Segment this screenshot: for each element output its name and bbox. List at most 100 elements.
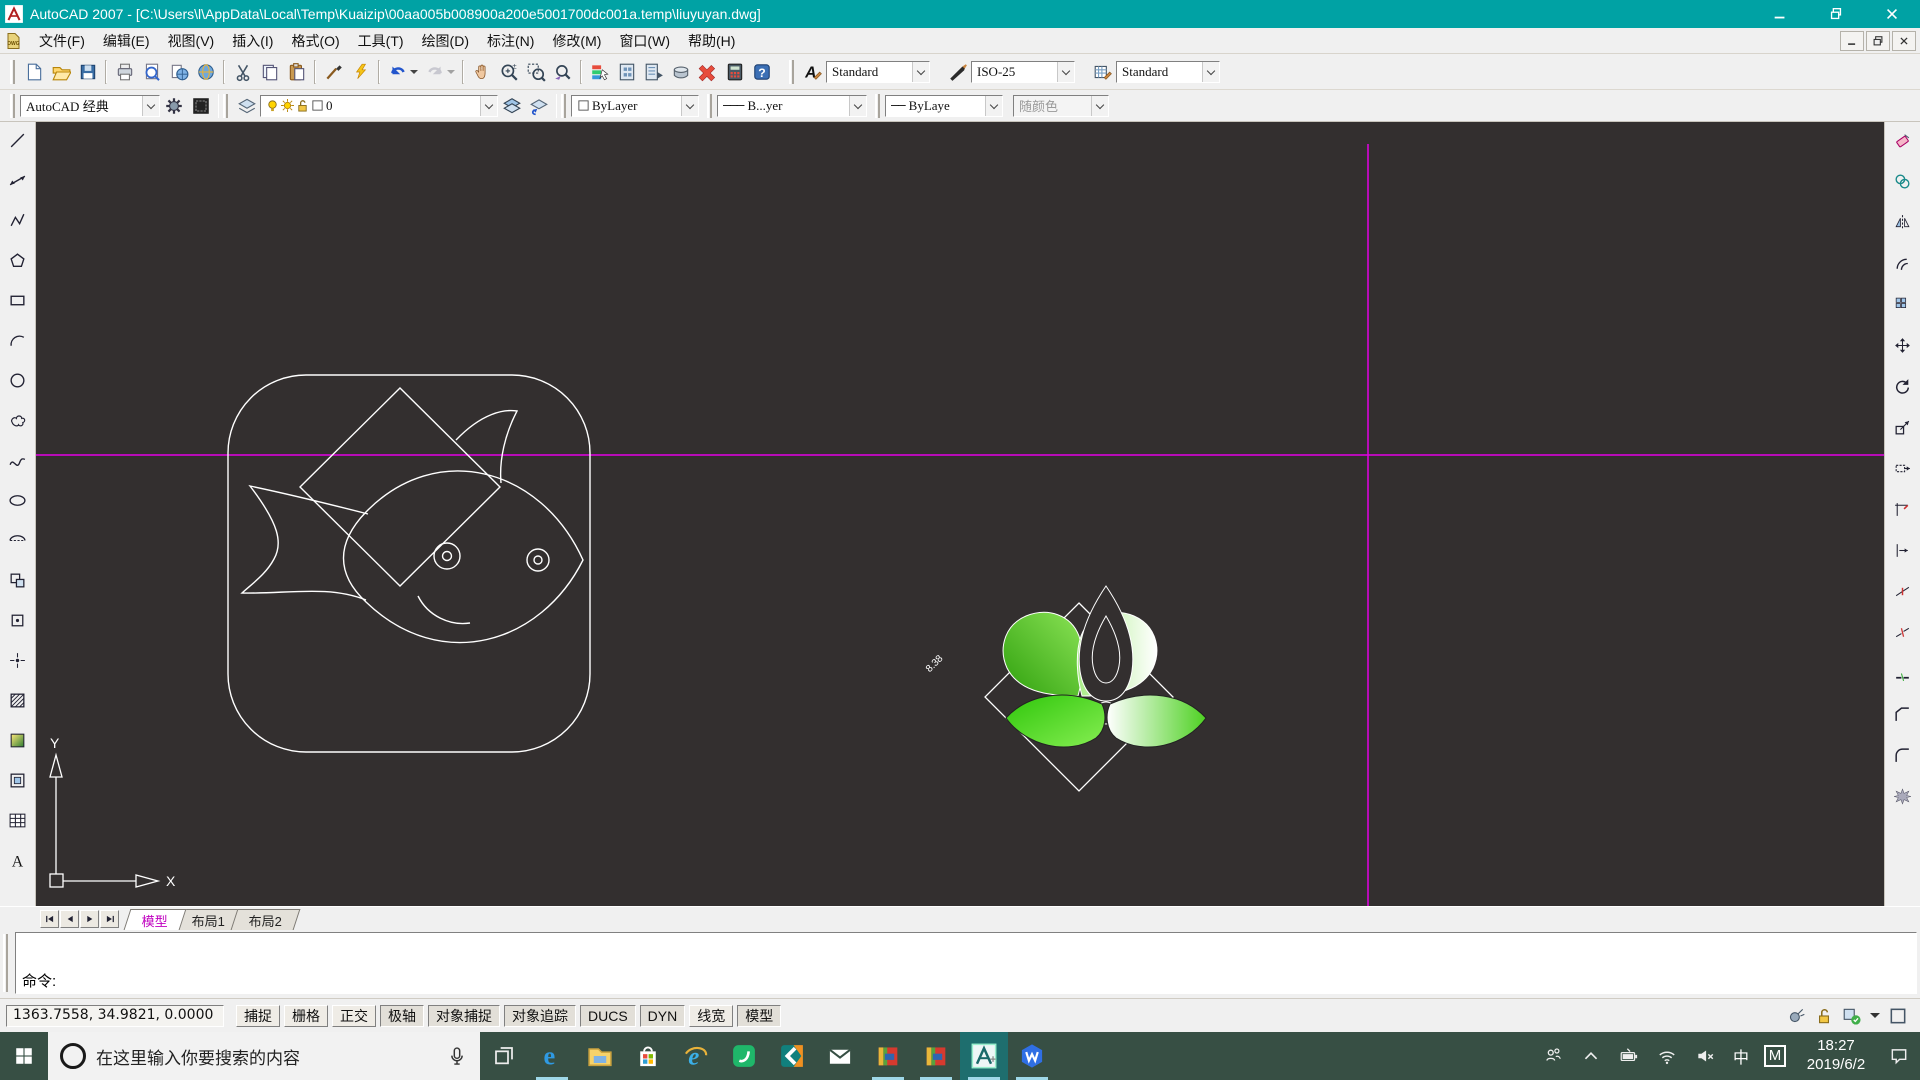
menu-tools[interactable]: 工具(T) bbox=[349, 28, 413, 53]
pan-button[interactable] bbox=[468, 58, 495, 85]
display-lock-button[interactable] bbox=[187, 92, 214, 119]
make-block-tool[interactable] bbox=[4, 606, 32, 634]
taskbar-app-mail[interactable] bbox=[816, 1032, 864, 1080]
mirror-tool[interactable] bbox=[1889, 208, 1917, 236]
tab-last-button[interactable] bbox=[100, 910, 119, 928]
tab-first-button[interactable] bbox=[40, 910, 59, 928]
drawing-canvas[interactable]: 8.38 Y X bbox=[36, 122, 1884, 906]
toggle-snap[interactable]: 捕捉 bbox=[236, 1005, 280, 1027]
child-restore-button[interactable] bbox=[1866, 31, 1890, 51]
fish-drawing[interactable] bbox=[228, 375, 590, 752]
open-file-button[interactable] bbox=[47, 58, 74, 85]
battery-icon[interactable] bbox=[1612, 1032, 1646, 1080]
revision-cloud-tool[interactable] bbox=[4, 406, 32, 434]
tab-model[interactable]: 模型 bbox=[124, 909, 187, 930]
taskbar-app-autocad[interactable] bbox=[960, 1032, 1008, 1080]
ime-mode-indicator[interactable]: M bbox=[1760, 1032, 1790, 1080]
chevron-up-icon[interactable] bbox=[1574, 1032, 1608, 1080]
status-menu-chevron[interactable] bbox=[1870, 1013, 1880, 1023]
help-button[interactable]: ? bbox=[748, 58, 775, 85]
layer-properties-button[interactable] bbox=[233, 92, 260, 119]
copy-clip-button[interactable] bbox=[256, 58, 283, 85]
ellipse-arc-tool[interactable] bbox=[4, 526, 32, 554]
chevron-down-icon[interactable] bbox=[985, 96, 1002, 116]
polyline-tool[interactable] bbox=[4, 206, 32, 234]
taskbar-app-wps[interactable] bbox=[1008, 1032, 1056, 1080]
taskbar-app-green-utility[interactable] bbox=[720, 1032, 768, 1080]
close-button[interactable] bbox=[1864, 0, 1920, 28]
text-style-button[interactable]: A bbox=[799, 58, 826, 85]
people-icon[interactable] bbox=[1536, 1032, 1570, 1080]
zoom-window-button[interactable] bbox=[522, 58, 549, 85]
linetype-combo[interactable]: ——— B...yer bbox=[717, 95, 867, 117]
new-file-button[interactable] bbox=[20, 58, 47, 85]
region-tool[interactable] bbox=[4, 766, 32, 794]
line-tool[interactable] bbox=[4, 126, 32, 154]
layer-manager-button[interactable] bbox=[498, 92, 525, 119]
tool-palettes-button[interactable] bbox=[640, 58, 667, 85]
microphone-icon[interactable] bbox=[446, 1045, 468, 1067]
toolbar-grip[interactable] bbox=[223, 94, 228, 118]
menu-format[interactable]: 格式(O) bbox=[282, 28, 348, 53]
coordinates-readout[interactable]: 1363.7558, 34.9821, 0.0000 bbox=[6, 1005, 224, 1027]
toolbar-grip[interactable] bbox=[875, 94, 880, 118]
command-window-grip[interactable] bbox=[3, 934, 8, 992]
restore-button[interactable] bbox=[1808, 0, 1864, 28]
chevron-down-icon[interactable] bbox=[142, 96, 159, 116]
rectangle-tool[interactable] bbox=[4, 286, 32, 314]
ellipse-tool[interactable] bbox=[4, 486, 32, 514]
annotation-scale-icon[interactable] bbox=[1842, 1006, 1862, 1026]
clean-screen-icon[interactable] bbox=[1888, 1006, 1908, 1026]
layer-previous-button[interactable] bbox=[525, 92, 552, 119]
redo-button[interactable] bbox=[421, 58, 448, 85]
break-tool[interactable] bbox=[1889, 618, 1917, 646]
toggle-model-space[interactable]: 模型 bbox=[737, 1005, 781, 1027]
sheet-set-manager-button[interactable] bbox=[667, 58, 694, 85]
chamfer-tool[interactable] bbox=[1889, 700, 1917, 728]
menu-draw[interactable]: 绘图(D) bbox=[413, 28, 478, 53]
publish-button[interactable] bbox=[165, 58, 192, 85]
communication-center-icon[interactable] bbox=[1786, 1006, 1806, 1026]
zoom-realtime-button[interactable]: ± bbox=[495, 58, 522, 85]
dim-style-button[interactable] bbox=[944, 58, 971, 85]
trim-tool[interactable] bbox=[1889, 495, 1917, 523]
table-style-combo[interactable]: Standard bbox=[1116, 61, 1220, 83]
unlock-icon[interactable] bbox=[1814, 1006, 1834, 1026]
workspace-settings-button[interactable] bbox=[160, 92, 187, 119]
table-tool[interactable] bbox=[4, 806, 32, 834]
toggle-polar[interactable]: 极轴 bbox=[380, 1005, 424, 1027]
array-tool[interactable] bbox=[1889, 290, 1917, 318]
paste-button[interactable] bbox=[283, 58, 310, 85]
flower-drawing[interactable]: 8.38 bbox=[924, 586, 1206, 791]
toggle-lineweight[interactable]: 线宽 bbox=[689, 1005, 733, 1027]
spline-tool[interactable] bbox=[4, 446, 32, 474]
taskbar-app-store[interactable] bbox=[624, 1032, 672, 1080]
menu-window[interactable]: 窗口(W) bbox=[610, 28, 679, 53]
markup-set-manager-button[interactable] bbox=[694, 58, 721, 85]
stretch-tool[interactable] bbox=[1889, 454, 1917, 482]
erase-tool[interactable] bbox=[1889, 126, 1917, 154]
toggle-grid[interactable]: 栅格 bbox=[284, 1005, 328, 1027]
toolbar-grip[interactable] bbox=[707, 94, 712, 118]
move-tool[interactable] bbox=[1889, 331, 1917, 359]
minimize-button[interactable] bbox=[1752, 0, 1808, 28]
undo-button[interactable] bbox=[384, 58, 411, 85]
taskbar-app-cad-viewer-1[interactable] bbox=[864, 1032, 912, 1080]
volume-muted-icon[interactable] bbox=[1688, 1032, 1722, 1080]
circle-tool[interactable] bbox=[4, 366, 32, 394]
chevron-down-icon[interactable] bbox=[1057, 62, 1074, 82]
arc-tool[interactable] bbox=[4, 326, 32, 354]
cut-button[interactable] bbox=[229, 58, 256, 85]
join-tool[interactable] bbox=[1889, 659, 1917, 687]
taskbar-search-box[interactable]: 在这里输入你要搜索的内容 bbox=[48, 1032, 480, 1080]
taskbar-clock[interactable]: 18:27 2019/6/2 bbox=[1794, 1037, 1878, 1075]
toggle-otrack[interactable]: 对象追踪 bbox=[504, 1005, 576, 1027]
polygon-tool[interactable] bbox=[4, 246, 32, 274]
menu-insert[interactable]: 插入(I) bbox=[223, 28, 282, 53]
point-tool[interactable] bbox=[4, 646, 32, 674]
taskbar-app-internet-explorer[interactable]: e bbox=[672, 1032, 720, 1080]
start-button[interactable] bbox=[0, 1032, 48, 1080]
toggle-osnap[interactable]: 对象捕捉 bbox=[428, 1005, 500, 1027]
toolbar-grip[interactable] bbox=[10, 60, 15, 84]
magenta-lines[interactable] bbox=[36, 144, 1884, 906]
